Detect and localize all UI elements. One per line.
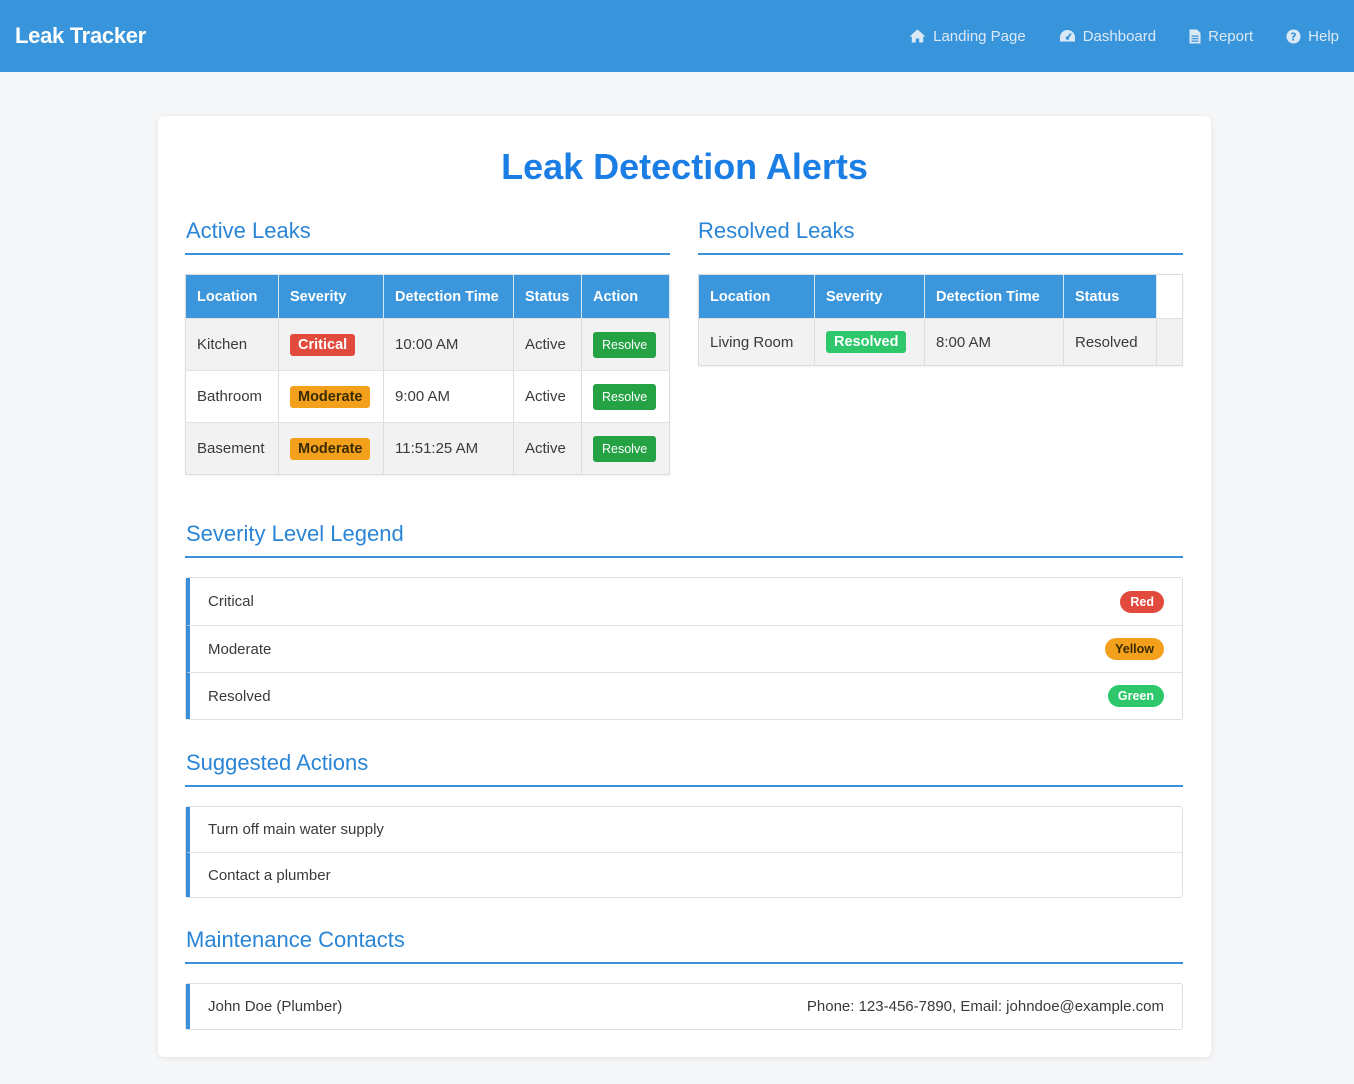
cell-time: 9:00 AM <box>383 370 514 423</box>
cell-location: Bathroom <box>185 370 279 423</box>
list-item: Resolved Green <box>186 672 1182 719</box>
cell-location: Basement <box>185 422 279 475</box>
resolve-button[interactable]: Resolve <box>593 383 657 410</box>
nav-help-label: Help <box>1308 27 1339 45</box>
action-text: Turn off main water supply <box>208 821 384 838</box>
cell-time: 8:00 AM <box>924 318 1064 366</box>
table-row: Living Room Resolved 8:00 AM Resolved <box>698 318 1183 366</box>
cell-location: Kitchen <box>185 318 279 371</box>
col-action: Action <box>581 274 670 319</box>
nav-help[interactable]: ? Help <box>1286 28 1339 45</box>
cell-severity: Critical <box>278 318 384 371</box>
legend-heading: Severity Level Legend <box>186 521 404 546</box>
actions-list: Turn off main water supply Contact a plu… <box>185 806 1183 898</box>
col-status: Status <box>513 274 582 319</box>
legend-level: Critical <box>208 593 254 610</box>
col-empty <box>1156 274 1183 319</box>
actions-rule <box>185 785 1183 787</box>
list-item: Turn off main water supply <box>186 807 1182 852</box>
resolve-button[interactable]: Resolve <box>593 331 657 358</box>
cell-time: 10:00 AM <box>383 318 514 371</box>
nav-report[interactable]: Report <box>1189 28 1253 45</box>
document-icon <box>1189 29 1201 43</box>
cell-status: Active <box>513 370 582 423</box>
nav-dashboard[interactable]: Dashboard <box>1059 28 1156 45</box>
cell-action: Resolve <box>581 370 670 423</box>
list-item: Moderate Yellow <box>186 625 1182 672</box>
table-row: Basement Moderate 11:51:25 AM Active Res… <box>185 422 670 475</box>
col-severity: Severity <box>814 274 925 319</box>
contacts-list: John Doe (Plumber) Phone: 123-456-7890, … <box>185 983 1183 1030</box>
col-location: Location <box>698 274 815 319</box>
cell-status: Resolved <box>1063 318 1157 366</box>
contact-details: Phone: 123-456-7890, Email: johndoe@exam… <box>806 998 1164 1015</box>
svg-text:?: ? <box>1290 30 1296 43</box>
list-item: John Doe (Plumber) Phone: 123-456-7890, … <box>186 984 1182 1029</box>
cell-action: Resolve <box>581 422 670 475</box>
resolved-leaks-table: Location Severity Detection Time Status … <box>698 274 1183 366</box>
cell-action: Resolve <box>581 318 670 371</box>
col-severity: Severity <box>278 274 384 319</box>
list-item: Critical Red <box>186 578 1182 625</box>
actions-heading: Suggested Actions <box>186 750 369 775</box>
cell-location: Living Room <box>698 318 815 366</box>
legend-level: Moderate <box>208 640 272 658</box>
resolved-leaks-rule <box>698 253 1183 255</box>
cell-status: Active <box>513 318 582 371</box>
resolved-leaks-heading: Resolved Leaks <box>698 218 855 243</box>
severity-badge: Resolved <box>826 331 907 353</box>
list-item: Contact a plumber <box>186 852 1182 897</box>
col-status: Status <box>1063 274 1157 319</box>
active-leaks-rule <box>185 253 670 255</box>
active-leaks-heading: Active Leaks <box>186 218 311 243</box>
cell-severity: Moderate <box>278 370 384 423</box>
contacts-heading: Maintenance Contacts <box>186 927 405 952</box>
nav-report-label: Report <box>1208 27 1254 45</box>
legend-color-badge: Green <box>1107 685 1164 707</box>
legend-rule <box>185 556 1183 558</box>
contact-name: John Doe (Plumber) <box>208 998 343 1015</box>
nav-landing-page-label: Landing Page <box>933 27 1026 45</box>
cell-time: 11:51:25 AM <box>383 422 514 475</box>
table-row: Bathroom Moderate 9:00 AM Active Resolve <box>185 370 670 423</box>
col-detection-time: Detection Time <box>383 274 514 319</box>
active-leaks-table: Location Severity Detection Time Status … <box>185 274 670 475</box>
top-navbar: Leak Tracker Landing Page Dashboard Repo… <box>0 0 1354 72</box>
question-icon: ? <box>1286 29 1301 43</box>
legend-color-badge: Yellow <box>1105 638 1164 660</box>
nav-menu: Landing Page Dashboard Report ? Help <box>876 28 1339 45</box>
contacts-rule <box>185 962 1183 964</box>
action-text: Contact a plumber <box>208 866 331 884</box>
col-location: Location <box>185 274 279 319</box>
main-card: Leak Detection Alerts Active Leaks Locat… <box>158 116 1211 1057</box>
cell-severity: Resolved <box>814 318 925 366</box>
brand-logo[interactable]: Leak Tracker <box>15 23 146 49</box>
legend-level: Resolved <box>208 687 271 705</box>
page-title: Leak Detection Alerts <box>501 146 868 187</box>
cell-severity: Moderate <box>278 422 384 475</box>
resolve-button[interactable]: Resolve <box>593 435 657 462</box>
severity-badge: Moderate <box>290 385 371 408</box>
nav-landing-page[interactable]: Landing Page <box>909 28 1026 45</box>
table-row: Kitchen Critical 10:00 AM Active Resolve <box>185 318 670 371</box>
severity-badge: Moderate <box>290 437 371 460</box>
nav-dashboard-label: Dashboard <box>1082 27 1157 45</box>
severity-badge: Critical <box>290 333 356 356</box>
legend-color-badge: Red <box>1120 590 1164 613</box>
cell-status: Active <box>513 422 582 475</box>
col-detection-time: Detection Time <box>924 274 1064 319</box>
dashboard-icon <box>1059 30 1075 42</box>
cell-empty <box>1156 318 1183 366</box>
home-icon <box>909 29 926 43</box>
legend-list: Critical Red Moderate Yellow Resolved Gr… <box>185 577 1183 720</box>
